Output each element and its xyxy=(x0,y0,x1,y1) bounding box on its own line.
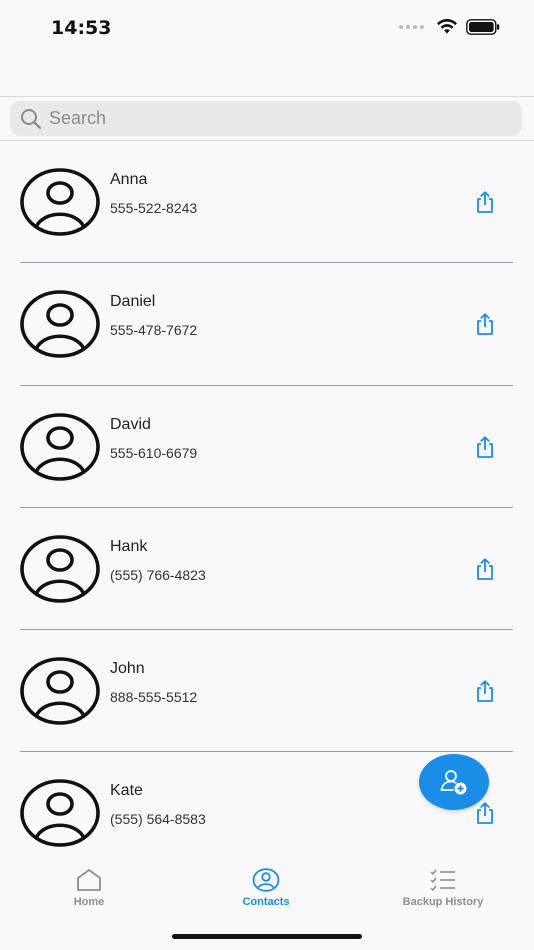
add-person-icon xyxy=(440,770,467,795)
house-icon xyxy=(77,869,101,891)
tab-backup-history-label: Backup History xyxy=(402,896,484,908)
person-avatar-icon xyxy=(20,535,100,603)
share-icon[interactable] xyxy=(473,801,497,825)
person-circle-icon xyxy=(252,868,280,892)
status-bar: 14:53 xyxy=(0,0,534,56)
search-placeholder: Search xyxy=(49,108,107,128)
person-avatar-icon xyxy=(20,779,100,848)
contact-name: David xyxy=(110,415,151,433)
signal-dots-icon xyxy=(399,25,424,29)
share-icon[interactable] xyxy=(473,435,497,459)
share-icon[interactable] xyxy=(473,190,497,214)
header-divider xyxy=(0,96,534,97)
status-icons xyxy=(399,19,500,35)
contact-phone: 555-478-7672 xyxy=(110,322,198,339)
add-contact-button[interactable] xyxy=(419,754,489,810)
contact-row[interactable]: Hank (555) 766-4823 xyxy=(0,508,534,631)
home-indicator xyxy=(172,934,362,939)
status-time: 14:53 xyxy=(51,17,112,39)
tab-home-label: Home xyxy=(73,896,105,908)
contact-phone: (555) 766-4823 xyxy=(110,566,206,583)
share-icon[interactable] xyxy=(473,312,497,336)
contact-row[interactable]: Anna 555-522-8243 xyxy=(0,141,534,264)
contact-phone: 555-522-8243 xyxy=(110,200,198,216)
contact-name: John xyxy=(110,660,145,678)
contact-row[interactable]: John 888-555-5512 xyxy=(0,630,534,753)
wifi-icon xyxy=(437,19,457,34)
contact-name: Daniel xyxy=(110,293,156,311)
share-icon[interactable] xyxy=(473,679,497,703)
person-avatar-icon xyxy=(20,290,100,359)
tab-contacts-label: Contacts xyxy=(242,896,290,908)
person-avatar-icon xyxy=(20,168,100,236)
tab-backup-history[interactable]: Backup History xyxy=(373,868,513,908)
contact-phone: 888-555-5512 xyxy=(110,689,198,706)
contact-name: Anna xyxy=(110,171,148,188)
person-avatar-icon xyxy=(20,412,100,481)
share-icon[interactable] xyxy=(473,557,497,581)
contact-phone: 555-610-6679 xyxy=(110,444,198,461)
contact-name: Hank xyxy=(110,537,148,555)
person-avatar-icon xyxy=(20,657,100,725)
search-icon xyxy=(21,108,42,129)
navigation-header xyxy=(0,56,534,96)
contact-name: Kate xyxy=(110,782,143,800)
checklist-icon xyxy=(430,869,455,892)
search-input[interactable]: Search xyxy=(10,101,522,136)
contact-row[interactable]: David 555-610-6679 xyxy=(0,386,534,508)
battery-icon xyxy=(466,19,500,35)
tab-contacts[interactable]: Contacts xyxy=(196,868,336,908)
tab-home[interactable]: Home xyxy=(19,868,159,908)
contact-phone: (555) 564-8583 xyxy=(110,811,206,828)
contact-row[interactable]: Daniel 555-478-7672 xyxy=(0,263,534,386)
